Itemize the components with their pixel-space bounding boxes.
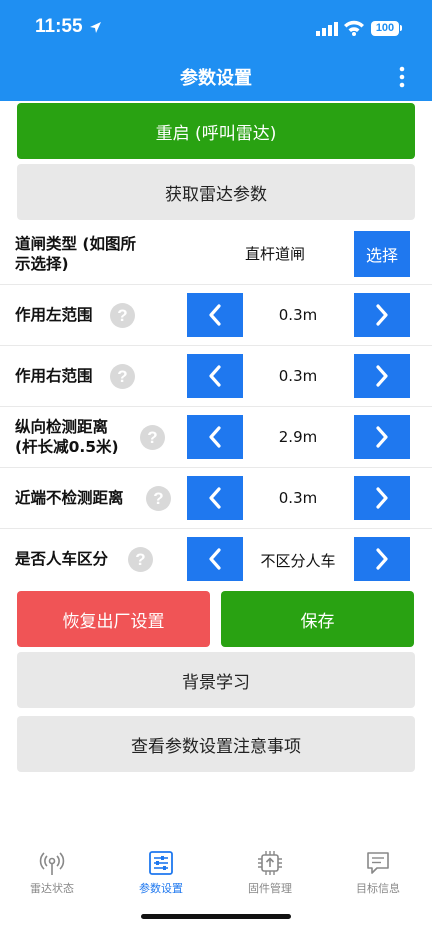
save-button[interactable]: 保存 <box>221 591 414 647</box>
chevron-right-icon <box>376 304 388 326</box>
more-menu-icon[interactable] <box>392 66 412 88</box>
status-time: 11:55 <box>35 16 83 37</box>
param-label: 纵向检测距离 (杆长减0.5米) <box>15 417 119 457</box>
gate-type-select-button[interactable]: 选择 <box>354 231 410 277</box>
decrease-button[interactable] <box>187 293 243 337</box>
param-row-longitudinal-distance: 纵向检测距离 (杆长减0.5米) ? 2.9m <box>0 407 432 468</box>
param-label: 近端不检测距离 <box>15 489 124 507</box>
message-icon <box>367 852 389 874</box>
gate-type-label: 道闸类型 (如图所 示选择) <box>15 234 136 274</box>
tab-radar-status[interactable]: 雷达状态 <box>12 850 92 896</box>
location-arrow-icon <box>90 22 101 33</box>
tab-label: 雷达状态 <box>30 882 74 895</box>
param-row-near-no-detect: 近端不检测距离 ? 0.3m <box>0 468 432 529</box>
param-value: 0.3m <box>278 306 318 324</box>
background-learning-button[interactable]: 背景学习 <box>17 652 415 708</box>
help-icon[interactable]: ? <box>146 486 171 511</box>
page-title: 参数设置 <box>180 68 252 89</box>
param-value: 0.3m <box>278 367 318 385</box>
param-row-left-range: 作用左范围 ? 0.3m <box>0 285 432 346</box>
chevron-left-icon <box>209 365 221 387</box>
increase-button[interactable] <box>354 293 410 337</box>
battery-tip <box>400 25 402 31</box>
home-indicator <box>141 914 291 919</box>
decrease-button[interactable] <box>187 476 243 520</box>
param-value: 不区分人车 <box>260 552 336 570</box>
signal-icon <box>316 22 338 36</box>
settings-sliders-icon <box>149 851 173 875</box>
help-icon[interactable]: ? <box>140 425 165 450</box>
gate-type-label-line1: 道闸类型 (如图所 <box>15 235 136 253</box>
increase-button[interactable] <box>354 537 410 581</box>
gate-type-row: 道闸类型 (如图所 示选择) 直杆道闸 选择 <box>0 223 432 285</box>
param-value: 0.3m <box>278 489 318 507</box>
decrease-button[interactable] <box>187 537 243 581</box>
param-label: 作用左范围 <box>15 306 93 324</box>
tab-firmware[interactable]: 固件管理 <box>230 850 310 896</box>
tab-param-settings[interactable]: 参数设置 <box>121 850 201 896</box>
chevron-left-icon <box>209 487 221 509</box>
help-icon[interactable]: ? <box>128 547 153 572</box>
param-row-right-range: 作用右范围 ? 0.3m <box>0 346 432 407</box>
increase-button[interactable] <box>354 354 410 398</box>
view-notes-button[interactable]: 查看参数设置注意事项 <box>17 716 415 772</box>
help-icon[interactable]: ? <box>110 364 135 389</box>
get-params-button[interactable]: 获取雷达参数 <box>17 164 415 220</box>
param-value: 2.9m <box>278 428 318 446</box>
top-bar: 11:55 100 参数设置 <box>0 0 432 101</box>
param-label: 是否人车区分 <box>15 550 109 568</box>
restart-button[interactable]: 重启 (呼叫雷达) <box>17 103 415 159</box>
chevron-left-icon <box>209 548 221 570</box>
param-label-line1: 纵向检测距离 <box>15 418 109 436</box>
factory-reset-button[interactable]: 恢复出厂设置 <box>17 591 210 647</box>
chevron-right-icon <box>376 365 388 387</box>
tab-target-info[interactable]: 目标信息 <box>338 850 418 896</box>
chevron-right-icon <box>376 487 388 509</box>
gate-type-label-line2: 示选择) <box>15 255 69 273</box>
gate-type-value: 直杆道闸 <box>244 245 305 263</box>
chevron-right-icon <box>376 426 388 448</box>
param-label-line2: (杆长减0.5米) <box>15 438 119 456</box>
decrease-button[interactable] <box>187 354 243 398</box>
chevron-left-icon <box>209 304 221 326</box>
tab-label: 参数设置 <box>139 882 183 895</box>
param-row-person-vehicle: 是否人车区分 ? 不区分人车 <box>0 529 432 589</box>
tab-label: 目标信息 <box>356 882 400 895</box>
wifi-icon <box>344 20 364 36</box>
param-label: 作用右范围 <box>15 367 93 385</box>
tab-label: 固件管理 <box>248 882 292 895</box>
increase-button[interactable] <box>354 476 410 520</box>
chevron-left-icon <box>209 426 221 448</box>
increase-button[interactable] <box>354 415 410 459</box>
decrease-button[interactable] <box>187 415 243 459</box>
help-icon[interactable]: ? <box>110 303 135 328</box>
firmware-chip-icon <box>258 851 282 875</box>
battery-icon: 100 <box>371 21 399 36</box>
chevron-right-icon <box>376 548 388 570</box>
radar-icon <box>39 852 65 875</box>
